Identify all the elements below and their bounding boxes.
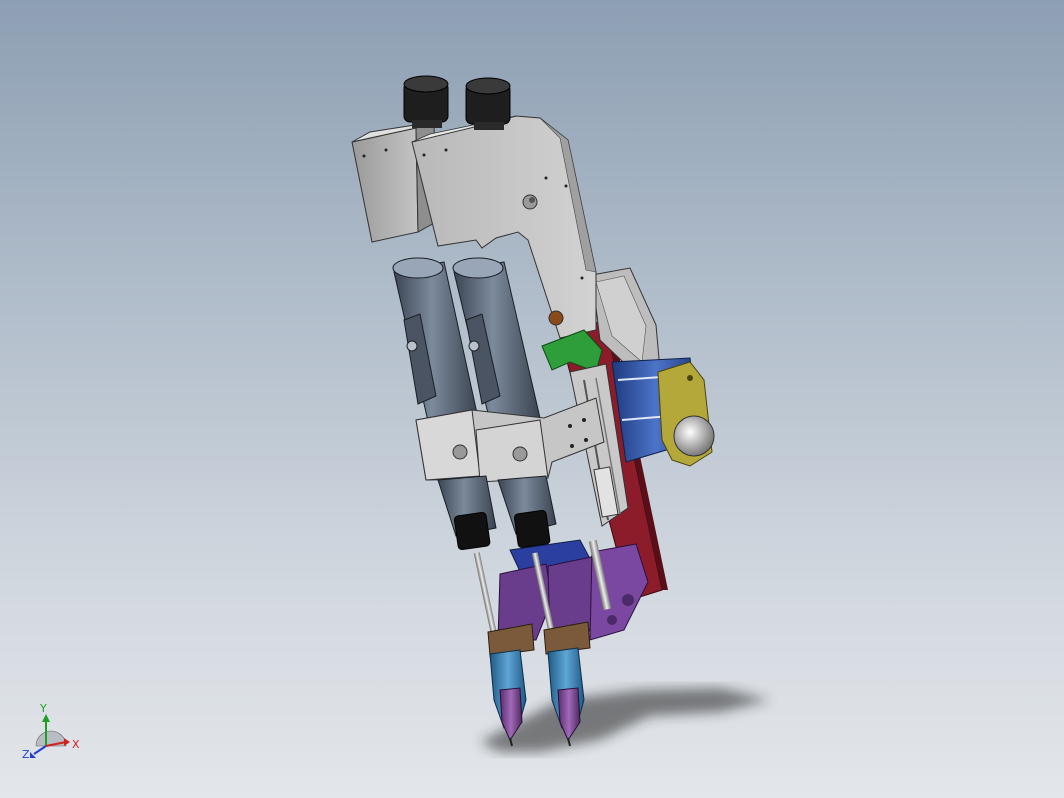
- cad-viewport[interactable]: Y X Z: [0, 0, 1064, 798]
- orientation-triad: Y X Z: [22, 702, 80, 761]
- z-axis-arrow: [30, 745, 47, 758]
- y-axis-label: Y: [39, 702, 47, 715]
- z-axis-label: Z: [22, 748, 30, 761]
- x-axis-label: X: [72, 738, 80, 751]
